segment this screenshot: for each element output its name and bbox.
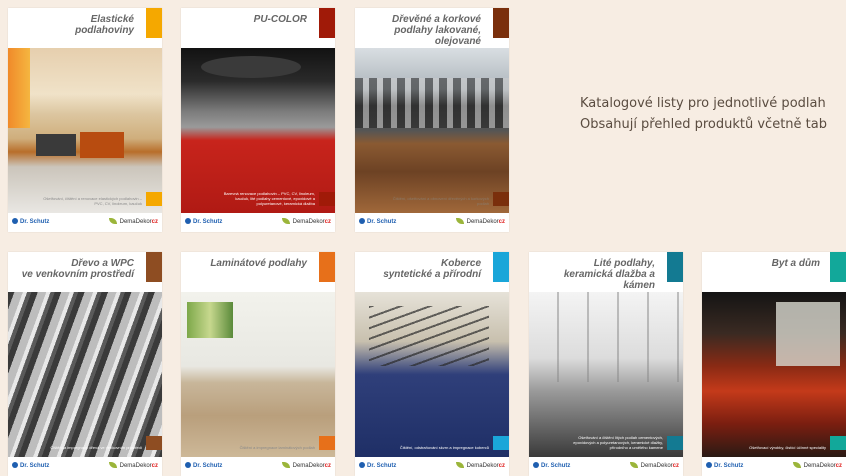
color-swatch	[493, 8, 509, 38]
demadekor-leaf-icon	[108, 462, 117, 468]
intro-line-2: Obsahují přehled produktů včetně tab	[580, 117, 827, 132]
demadekor-leaf-icon	[792, 462, 801, 468]
color-swatch	[319, 252, 335, 282]
catalog-card-laminate[interactable]: Laminátové podlahy Čištění a impregnace …	[181, 252, 335, 476]
demadekor-leaf-icon	[281, 218, 290, 224]
card-title: Koberce syntetické a přírodní	[383, 258, 481, 280]
catalog-card-elastic[interactable]: Elastické podlahoviny Ošetřování, čištění…	[8, 8, 162, 232]
card-title: Laminátové podlahy	[210, 258, 307, 269]
dr-schutz-logo-icon	[12, 462, 18, 468]
dr-schutz-logo-icon	[359, 462, 365, 468]
card-title: Lité podlahy, keramická dlažba a kámen	[563, 258, 655, 291]
catalog-photo	[181, 48, 335, 213]
corner-accent	[319, 192, 335, 206]
catalog-photo	[8, 292, 162, 457]
corner-accent	[146, 192, 162, 206]
dr-schutz-logo-icon	[359, 218, 365, 224]
catalog-card-wood-cork[interactable]: Dřevěné a korkové podlahy lakované, olejo…	[355, 8, 509, 232]
card-description: Čištění a impregnace laminátových podlah	[239, 445, 315, 450]
demadekor-leaf-icon	[455, 462, 464, 468]
demadekor-leaf-icon	[108, 218, 117, 224]
card-title: Elastické podlahoviny	[75, 14, 134, 36]
catalog-card-carpets[interactable]: Koberce syntetické a přírodní Čištění, od…	[355, 252, 509, 476]
card-title: PU-COLOR	[253, 14, 307, 25]
color-swatch	[319, 8, 335, 38]
catalog-photo	[355, 292, 509, 457]
catalog-card-wood-wpc[interactable]: Dřevo a WPC ve venkovním prostředí Čištěn…	[8, 252, 162, 476]
catalog-photo	[8, 48, 162, 213]
color-swatch	[146, 252, 162, 282]
catalog-card-home[interactable]: Byt a dům Ošetřovací výrobky, čistící úč…	[702, 252, 846, 476]
catalog-intro-text: Katalogové listy pro jednotlivé podlah O…	[580, 93, 846, 135]
card-title: Dřevěné a korkové podlahy lakované, olejo…	[392, 14, 481, 47]
card-description: Čištění a impregnace dřeva ve venkovním …	[50, 445, 142, 450]
card-description: Čištění, odstraňování skvrn a impregnace…	[399, 445, 489, 450]
corner-accent	[667, 436, 683, 450]
catalog-card-cast-floors[interactable]: Lité podlahy, keramická dlažba a kámen Oš…	[529, 252, 683, 476]
card-title: Byt a dům	[771, 258, 820, 269]
catalog-card-pu-color[interactable]: PU-COLOR Barevná renovace podlahovin – P…	[181, 8, 335, 232]
color-swatch	[493, 252, 509, 282]
card-title: Dřevo a WPC ve venkovním prostředí	[21, 258, 134, 280]
dr-schutz-logo-icon	[185, 218, 191, 224]
demadekor-leaf-icon	[629, 462, 638, 468]
catalog-photo	[181, 292, 335, 457]
demadekor-leaf-icon	[281, 462, 290, 468]
corner-accent	[146, 436, 162, 450]
corner-accent	[319, 436, 335, 450]
card-description: Ošetřování, čištění a renovace elastický…	[43, 196, 142, 206]
color-swatch	[830, 252, 846, 282]
card-description: Čištění, ošetřování a obnovení dřevěných…	[392, 196, 489, 206]
corner-accent	[830, 436, 846, 450]
catalog-photo	[702, 292, 846, 457]
color-swatch	[667, 252, 683, 282]
dr-schutz-logo-icon	[12, 218, 18, 224]
intro-line-1: Katalogové listy pro jednotlivé podlah	[580, 96, 826, 111]
corner-accent	[493, 192, 509, 206]
catalog-photo	[529, 292, 683, 457]
card-description: Ošetřování a čištění litých podlah cemen…	[573, 435, 663, 450]
color-swatch	[146, 8, 162, 38]
catalog-photo	[355, 48, 509, 213]
dr-schutz-logo-icon	[185, 462, 191, 468]
card-description: Barevná renovace podlahovin – PVC, CV, l…	[223, 191, 315, 206]
card-description: Ošetřovací výrobky, čistící účinné speci…	[749, 445, 826, 450]
dr-schutz-logo-icon	[533, 462, 539, 468]
demadekor-leaf-icon	[455, 218, 464, 224]
corner-accent	[493, 436, 509, 450]
dr-schutz-logo-icon	[706, 462, 712, 468]
